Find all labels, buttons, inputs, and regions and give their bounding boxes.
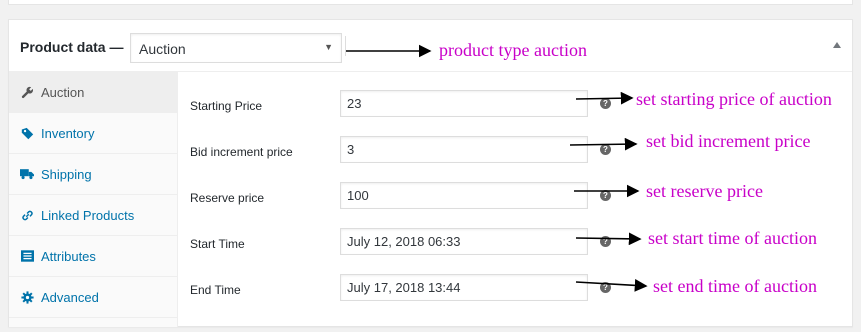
annotation-bid-increment: set bid increment price	[646, 131, 811, 151]
field-label: Starting Price	[190, 99, 263, 113]
gear-icon	[20, 290, 34, 304]
annotation-reserve: set reserve price	[646, 181, 763, 201]
annotation-end-time: set end time of auction	[653, 276, 817, 296]
chevron-down-icon: ▼	[324, 42, 333, 52]
collapse-toggle-icon[interactable]	[833, 42, 841, 48]
tab-label: Advanced	[41, 289, 99, 305]
list-icon	[20, 249, 34, 263]
tab-label: Attributes	[41, 248, 96, 264]
product-data-tabs: Auction Inventory Shipping Linked Produc…	[9, 72, 178, 327]
truck-icon	[20, 167, 34, 181]
annotation-product-type: product type auction	[439, 40, 587, 60]
annotation-starting-price: set starting price of auction	[636, 89, 832, 109]
tab-label: Shipping	[41, 166, 92, 182]
tab-advanced[interactable]: Advanced	[9, 277, 177, 318]
help-icon[interactable]: ?	[600, 190, 611, 201]
product-type-select[interactable]: Auction ▼	[130, 33, 342, 63]
field-label: Bid increment price	[190, 145, 293, 159]
starting-price-input[interactable]	[340, 90, 588, 117]
help-icon[interactable]: ?	[600, 236, 611, 247]
wrench-icon	[20, 85, 34, 99]
previous-panel-edge	[8, 0, 853, 5]
product-type-value: Auction	[139, 41, 186, 57]
header-divider	[345, 36, 346, 56]
field-label: Start Time	[190, 237, 245, 251]
end-time-input[interactable]	[340, 274, 588, 301]
tab-attributes[interactable]: Attributes	[9, 236, 177, 277]
help-icon[interactable]: ?	[600, 282, 611, 293]
tab-label: Linked Products	[41, 207, 135, 223]
panel-title: Product data —	[20, 39, 124, 55]
tab-linked-products[interactable]: Linked Products	[9, 195, 177, 236]
tab-auction[interactable]: Auction	[9, 72, 177, 113]
field-label: Reserve price	[190, 191, 265, 205]
reserve-price-input[interactable]	[340, 182, 588, 209]
start-time-input[interactable]	[340, 228, 588, 255]
tag-icon	[20, 126, 34, 140]
help-icon[interactable]: ?	[600, 98, 611, 109]
link-icon	[20, 208, 34, 222]
panel-header: Product data — Auction ▼	[9, 20, 852, 72]
tab-shipping[interactable]: Shipping	[9, 154, 177, 195]
tab-label: Auction	[41, 84, 85, 100]
help-icon[interactable]: ?	[600, 144, 611, 155]
tab-inventory[interactable]: Inventory	[9, 113, 177, 154]
field-label: End Time	[190, 283, 241, 297]
annotation-start-time: set start time of auction	[648, 228, 817, 248]
bid-increment-input[interactable]	[340, 136, 588, 163]
tab-label: Inventory	[41, 125, 95, 141]
